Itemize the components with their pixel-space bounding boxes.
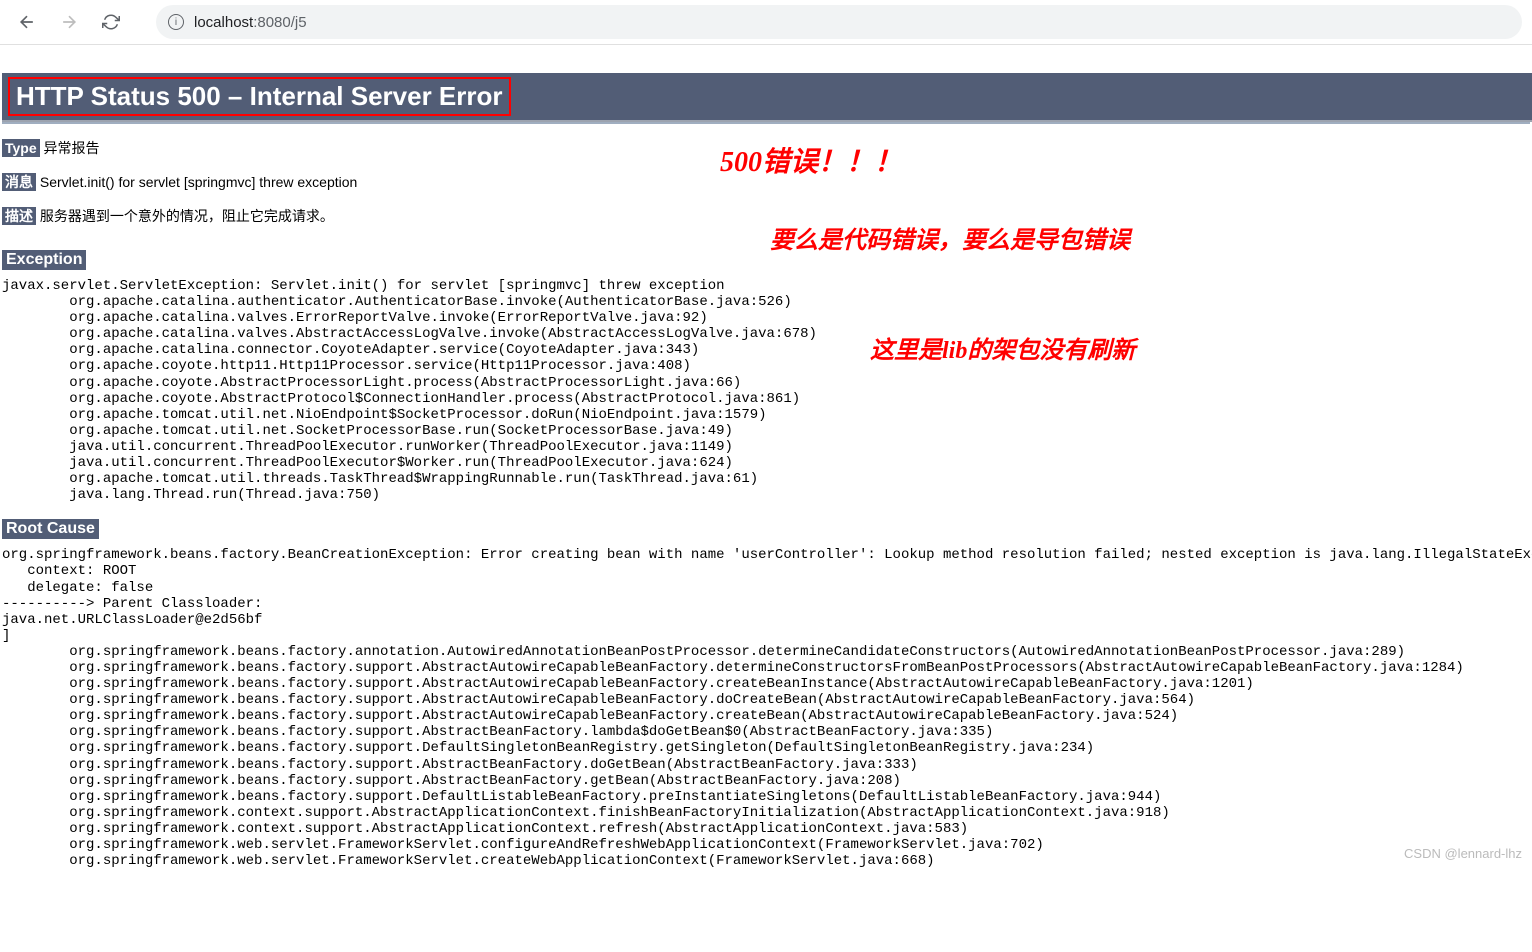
page-content: HTTP Status 500 – Internal Server Error … (0, 73, 1532, 869)
annotation-1: 500错误！！！ (720, 140, 902, 180)
message-value: Servlet.init() for servlet [springmvc] t… (36, 174, 357, 190)
info-icon: i (168, 14, 184, 30)
rootcause-trace: org.springframework.beans.factory.BeanCr… (0, 547, 1532, 869)
browser-toolbar: i localhost:8080/j5 (0, 0, 1532, 45)
page-title: HTTP Status 500 – Internal Server Error (16, 81, 503, 112)
reload-button[interactable] (94, 5, 128, 39)
address-bar[interactable]: i localhost:8080/j5 (156, 5, 1522, 39)
message-label: 消息 (2, 173, 36, 191)
back-button[interactable] (10, 5, 44, 39)
desc-value: 服务器遇到一个意外的情况，阻止它完成请求。 (36, 208, 334, 224)
url-text: localhost:8080/j5 (194, 14, 307, 31)
exception-trace: javax.servlet.ServletException: Servlet.… (0, 278, 1532, 503)
rootcause-header: Root Cause (2, 519, 99, 539)
annotation-3: 这里是lib的架包没有刷新 (870, 330, 1135, 365)
type-value: 异常报告 (40, 140, 100, 156)
desc-line: 描述 服务器遇到一个意外的情况，阻止它完成请求。 (2, 206, 1530, 226)
watermark: CSDN @lennard-lhz (1404, 846, 1522, 861)
annotation-2: 要么是代码错误，要么是导包错误 (770, 220, 1130, 255)
exception-header: Exception (2, 250, 86, 270)
desc-label: 描述 (2, 207, 36, 225)
type-label: Type (2, 139, 40, 157)
forward-button[interactable] (52, 5, 86, 39)
error-header: HTTP Status 500 – Internal Server Error (2, 73, 1532, 122)
